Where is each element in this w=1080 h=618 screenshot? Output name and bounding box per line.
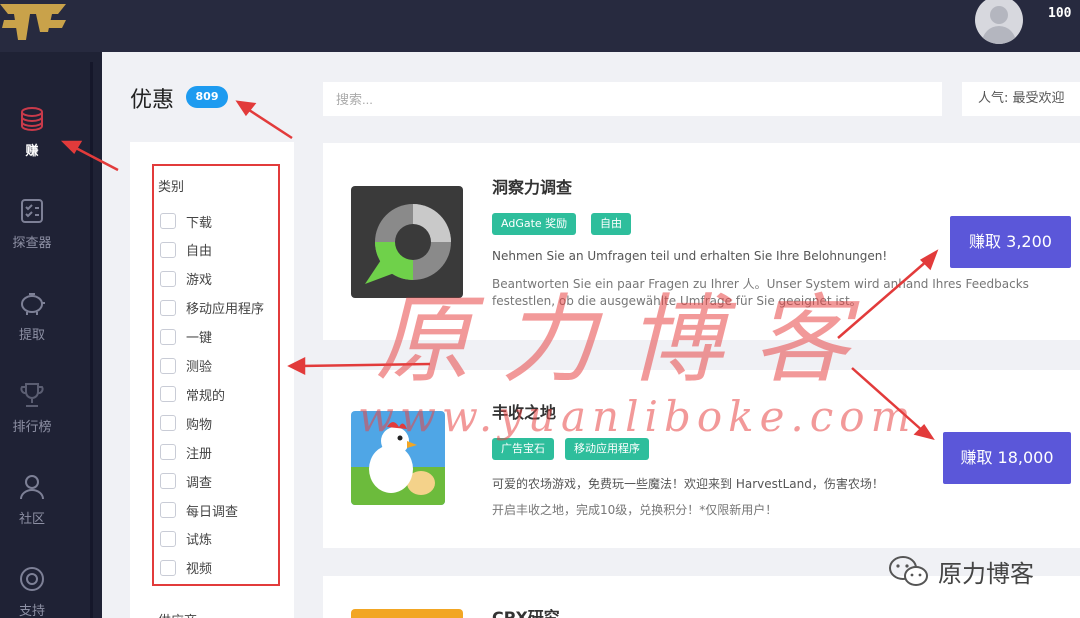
offer-tag: 移动应用程序 xyxy=(565,438,649,460)
people-icon xyxy=(20,475,44,500)
wechat-label: 原力博客 xyxy=(938,560,1034,588)
filter-option[interactable]: 注册 xyxy=(160,443,213,462)
offer-details: 开启丰收之地，完成10级，兑换积分！*仅限新用户！ xyxy=(492,503,778,517)
watermark-url: www.yuanliboke.com xyxy=(358,392,917,441)
offer-title: CPX研究 xyxy=(492,608,560,618)
filter-label: 视频 xyxy=(186,562,213,578)
filter-checkbox[interactable] xyxy=(160,213,176,229)
nav-item-leaderboard[interactable]: 排行榜 xyxy=(0,380,64,435)
filter-label: 试炼 xyxy=(186,533,213,549)
filter-option[interactable]: 下载 xyxy=(160,212,213,231)
filter-option[interactable]: 常规的 xyxy=(160,385,226,404)
search-input[interactable] xyxy=(323,82,942,116)
filter-checkbox[interactable] xyxy=(160,328,176,345)
piggy-bank-icon xyxy=(21,293,45,315)
trophy-icon xyxy=(20,383,44,407)
filter-option[interactable]: 测验 xyxy=(160,357,212,375)
coins-icon xyxy=(21,107,43,131)
offer-tag: AdGate 奖励 xyxy=(492,213,577,235)
filter-checkbox[interactable] xyxy=(160,473,176,490)
nav-item-withdraw[interactable]: 提取 xyxy=(0,288,64,343)
filter-option[interactable]: 视频 xyxy=(160,559,212,577)
nav-label: 支持 xyxy=(18,604,45,618)
offer-tag: 自由 xyxy=(591,213,631,235)
filter-label: 每日调查 xyxy=(186,504,239,520)
earn-button[interactable]: 赚取 3,200 xyxy=(950,216,1071,268)
offer-tag: 广告宝石 xyxy=(492,438,554,460)
sort-dropdown[interactable]: 人气: 最受欢迎 xyxy=(962,82,1080,116)
earn-button[interactable]: 赚取 18,000 xyxy=(943,432,1071,484)
filter-option[interactable]: 自由 xyxy=(160,241,212,259)
filter-checkbox[interactable] xyxy=(160,386,176,403)
filter-label: 调查 xyxy=(186,475,213,491)
filter-label: 下载 xyxy=(186,215,213,231)
lifebuoy-icon xyxy=(20,567,44,591)
offer-thumbnail xyxy=(351,609,463,618)
wechat-credit: 原力博客 xyxy=(888,554,1034,589)
site-logo[interactable] xyxy=(0,0,70,44)
filter-option[interactable]: 每日调查 xyxy=(160,501,239,520)
nav-label: 社区 xyxy=(18,512,45,527)
filter-option[interactable]: 游戏 xyxy=(160,270,212,288)
watermark-text: 原力博客 xyxy=(375,284,879,396)
filter-label: 一键 xyxy=(186,331,213,347)
filter-checkbox[interactable] xyxy=(160,415,176,432)
top-bar: 100 xyxy=(0,0,1080,52)
filter-label: 常规的 xyxy=(186,388,226,404)
filter-checkbox[interactable] xyxy=(160,357,176,374)
filter-option[interactable]: 移动应用程序 xyxy=(160,299,264,317)
nav-item-community[interactable]: 社区 xyxy=(0,472,64,527)
filter-checkbox[interactable] xyxy=(160,241,176,258)
filter-option[interactable]: 购物 xyxy=(160,414,213,433)
filter-option[interactable]: 一键 xyxy=(160,328,212,346)
filter-label: 测验 xyxy=(186,360,213,375)
nav-label: 探查器 xyxy=(12,236,52,251)
provider-heading: 供应商 xyxy=(158,610,197,618)
filter-checkbox[interactable] xyxy=(160,270,176,287)
nav-item-earn[interactable]: 赚 xyxy=(0,104,64,159)
filter-label: 自由 xyxy=(186,244,213,260)
offer-title: 洞察力调查 xyxy=(492,178,573,197)
balance-value: 100 xyxy=(1048,6,1072,21)
nav-item-explorer[interactable]: 探查器 xyxy=(0,196,64,251)
filter-label: 移动应用程序 xyxy=(186,302,265,318)
nav-label: 排行榜 xyxy=(12,420,52,435)
filter-checkbox[interactable] xyxy=(160,299,176,316)
filter-checkbox[interactable] xyxy=(160,502,176,518)
user-avatar[interactable] xyxy=(975,0,1023,44)
page-title: 优惠 xyxy=(130,88,175,113)
filter-checkbox[interactable] xyxy=(160,559,176,576)
filter-option[interactable]: 试炼 xyxy=(160,530,212,548)
nav-label: 提取 xyxy=(18,328,45,343)
filter-label: 注册 xyxy=(186,446,213,462)
nav-label: 赚 xyxy=(25,144,39,159)
checklist-icon xyxy=(21,199,43,223)
filter-label: 游戏 xyxy=(186,273,213,289)
filter-label: 购物 xyxy=(186,417,213,433)
filter-checkbox[interactable] xyxy=(160,444,176,461)
category-heading: 类别 xyxy=(158,180,185,195)
wechat-icon xyxy=(889,555,928,586)
filter-option[interactable]: 调查 xyxy=(160,472,213,491)
nav-item-support[interactable]: 支持 xyxy=(0,564,64,618)
offer-count-badge: 809 xyxy=(186,86,228,108)
filter-checkbox[interactable] xyxy=(160,530,176,547)
